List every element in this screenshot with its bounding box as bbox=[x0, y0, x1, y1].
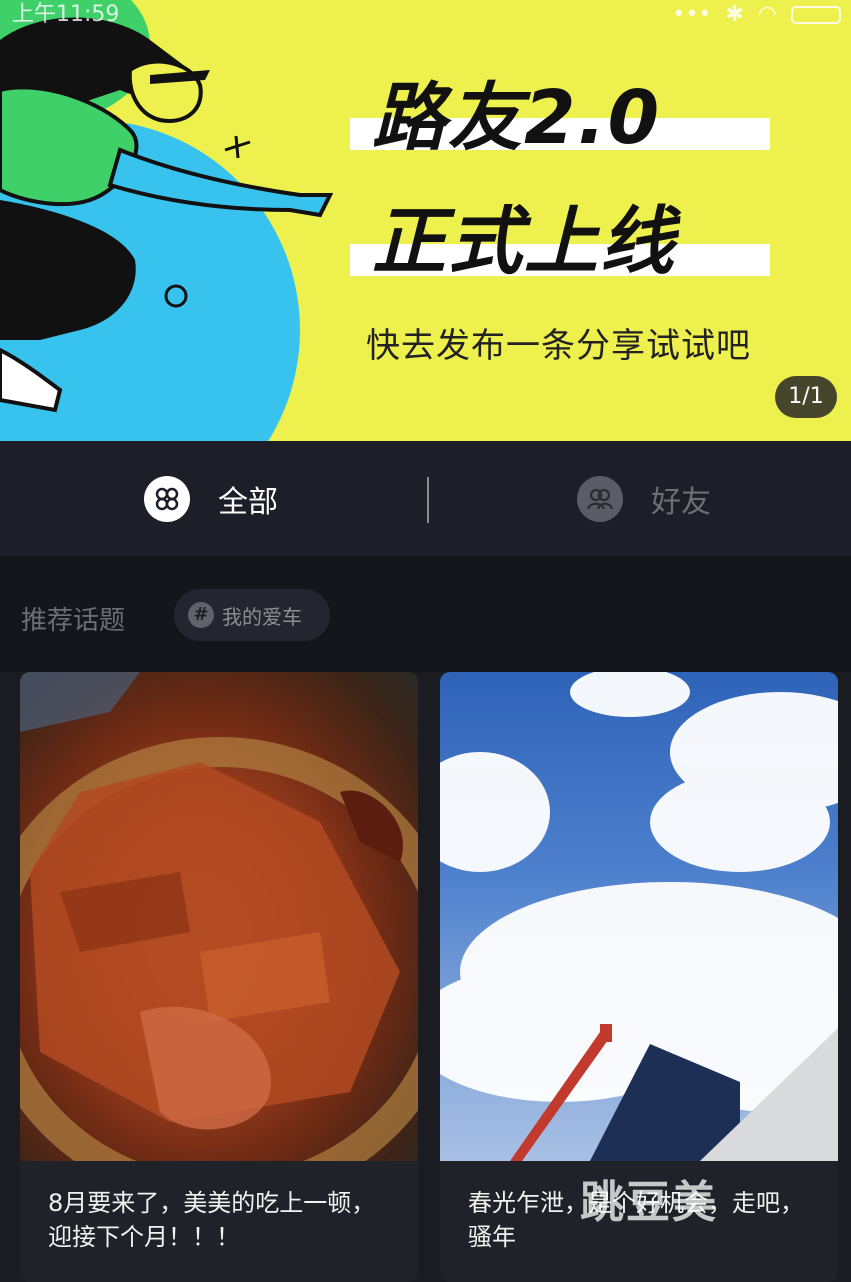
sky-crane-drawing bbox=[440, 672, 838, 1161]
tab-all-label: 全部 bbox=[218, 485, 278, 520]
banner-headline-2: 正式上线 bbox=[372, 199, 676, 285]
signal-dots-icon: ••• bbox=[672, 2, 712, 27]
bluetooth-icon: ✱ bbox=[725, 2, 744, 27]
banner-illustration bbox=[0, 17, 334, 413]
grid-clover-icon bbox=[144, 476, 190, 522]
topic-chip[interactable]: # 我的爱车 bbox=[174, 589, 330, 641]
hashtag-icon: # bbox=[188, 602, 214, 628]
roast-duck-photo bbox=[20, 672, 418, 1161]
feed-card-caption: 8月要来了，美美的吃上一顿，迎接下个月！！！ bbox=[48, 1189, 376, 1251]
wifi-icon: ◠ bbox=[757, 2, 777, 27]
status-bar: 上午11:59 ••• ✱ ◠ bbox=[0, 0, 851, 27]
tab-divider bbox=[427, 477, 429, 523]
battery-icon bbox=[791, 5, 841, 24]
status-icons: ••• ✱ ◠ bbox=[672, 2, 841, 27]
banner-pager: 1/1 bbox=[775, 376, 837, 418]
feed-card[interactable]: 8月要来了，美美的吃上一顿，迎接下个月！！！ bbox=[20, 672, 418, 1282]
status-time: 上午11:59 bbox=[12, 2, 120, 27]
tab-all[interactable]: 全部 bbox=[144, 476, 278, 522]
friends-icon bbox=[577, 476, 623, 522]
tab-friends-label: 好友 bbox=[651, 485, 711, 520]
watermark: 跳豆美 bbox=[580, 1177, 718, 1228]
roast-duck-drawing bbox=[20, 672, 418, 1161]
feed-tabs: 全部 好友 bbox=[0, 441, 851, 556]
tab-friends[interactable]: 好友 bbox=[577, 476, 711, 522]
banner-subline: 快去发布一条分享试试吧 bbox=[366, 326, 751, 366]
topics-label: 推荐话题 bbox=[21, 606, 126, 636]
topic-chip-label: 我的爱车 bbox=[222, 604, 302, 629]
sky-crane-photo bbox=[440, 672, 838, 1161]
recommended-topics: 推荐话题 # 我的爱车 bbox=[0, 556, 851, 672]
promo-banner[interactable]: 路友2.0 正式上线 快去发布一条分享试试吧 1/1 上午11:59 ••• ✱… bbox=[0, 0, 851, 441]
banner-headline-1: 路友2.0 bbox=[372, 75, 662, 161]
